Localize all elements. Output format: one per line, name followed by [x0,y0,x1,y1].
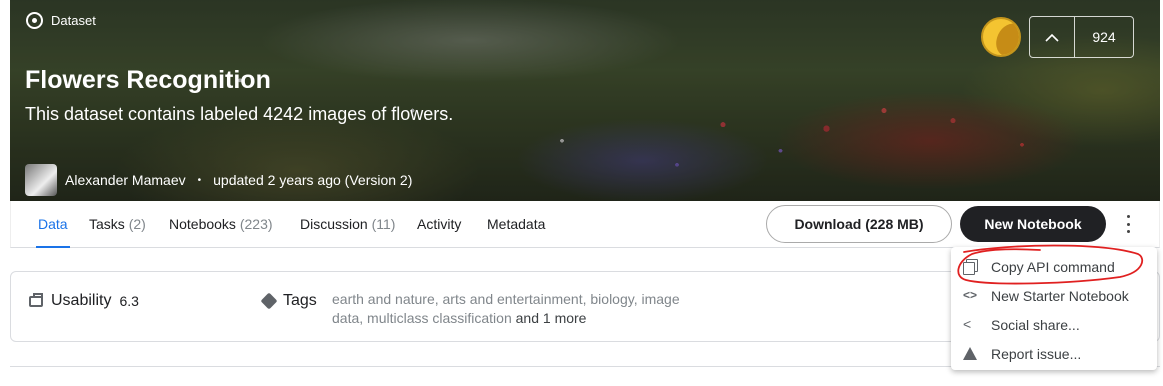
tag-icon [260,292,278,310]
tab-label: Tasks [89,216,125,232]
menu-item-social-share[interactable]: < Social share... [951,310,1157,339]
warning-icon [963,347,977,360]
share-icon: < [963,316,972,332]
tags-heading: Tags [260,292,317,310]
upvote-button[interactable] [1030,17,1075,57]
code-icon: <> [963,288,978,302]
tab-data[interactable]: Data [36,216,70,248]
menu-item-label: Copy API command [991,258,1115,275]
tab-label: Data [38,216,68,232]
tab-label: Activity [417,216,462,232]
dataset-badge-label: Dataset [51,13,96,28]
copy-icon [963,259,978,275]
tab-discussion[interactable]: Discussion (11) [300,216,395,232]
tab-count: (223) [239,216,273,232]
more-options-icon[interactable] [1123,213,1133,235]
tab-label: Metadata [487,216,546,232]
avatar[interactable] [25,164,57,196]
briefcase-icon [29,292,43,307]
dataset-icon [26,12,43,29]
tag-links[interactable]: earth and nature, arts and entertainment… [332,291,680,326]
more-tags-link[interactable]: and 1 more [516,310,587,326]
tab-label: Notebooks [169,216,236,232]
author-row: Alexander Mamaev • updated 2 years ago (… [25,164,412,196]
menu-item-report-issue[interactable]: Report issue... [951,339,1157,368]
usability-label: Usability [51,292,112,309]
tab-metadata[interactable]: Metadata [487,216,545,232]
menu-item-new-starter-notebook[interactable]: <> New Starter Notebook [951,281,1157,310]
usability: Usability 6.3 [29,292,139,310]
tags-label: Tags [283,292,317,309]
menu-item-label: Report issue... [991,345,1082,362]
tab-activity[interactable]: Activity [417,216,461,232]
menu-item-label: Social share... [991,316,1080,333]
author-name[interactable]: Alexander Mamaev [65,172,186,188]
tab-count: (2) [128,216,146,232]
tab-label: Discussion [300,216,368,232]
more-options-menu: Copy API command <> New Starter Notebook… [951,247,1157,370]
new-notebook-button[interactable]: New Notebook [960,206,1106,242]
vote-count: 924 [1092,29,1116,45]
tag-list: earth and nature, arts and entertainment… [332,290,692,328]
usability-score: 6.3 [119,293,139,309]
tab-notebooks[interactable]: Notebooks (223) [169,216,273,232]
separator-dot: • [197,174,202,186]
dataset-badge: Dataset [26,12,96,29]
tab-count: (11) [371,216,396,232]
medal-icon [981,17,1021,57]
menu-item-copy-api-command[interactable]: Copy API command [951,252,1157,281]
upvote-control: 924 [1029,16,1134,58]
page-title: Flowers Recognition [25,66,271,94]
menu-item-label: New Starter Notebook [991,287,1129,304]
page-subtitle: This dataset contains labeled 4242 image… [25,104,454,124]
download-button[interactable]: Download (228 MB) [766,205,952,243]
updated-text: updated 2 years ago (Version 2) [213,172,413,188]
chevron-up-icon [1045,33,1059,42]
tab-tasks[interactable]: Tasks (2) [89,216,146,232]
